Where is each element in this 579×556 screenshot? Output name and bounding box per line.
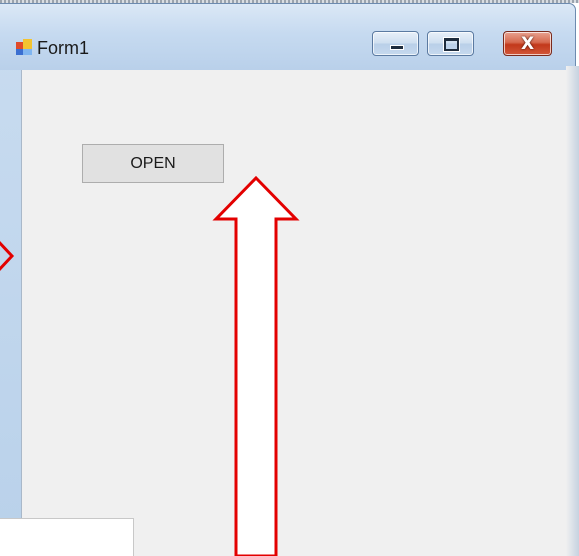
minimize-icon xyxy=(390,45,404,50)
close-icon: X xyxy=(520,33,535,54)
title-bar[interactable]: Form1 X xyxy=(0,4,575,70)
maximize-button[interactable] xyxy=(427,31,474,56)
background-panel xyxy=(0,518,134,556)
open-button[interactable]: OPEN xyxy=(82,144,224,183)
window-title: Form1 xyxy=(37,38,90,58)
close-button[interactable]: X xyxy=(503,31,552,56)
screenshot: Form1 X OPEN xyxy=(0,0,579,556)
form-window: Form1 X OPEN xyxy=(0,3,576,556)
maximize-icon xyxy=(444,38,459,51)
window-right-edge xyxy=(566,66,579,556)
minimize-button[interactable] xyxy=(372,31,419,56)
form-client-area: OPEN xyxy=(21,70,569,556)
windows-form-icon xyxy=(16,39,32,55)
